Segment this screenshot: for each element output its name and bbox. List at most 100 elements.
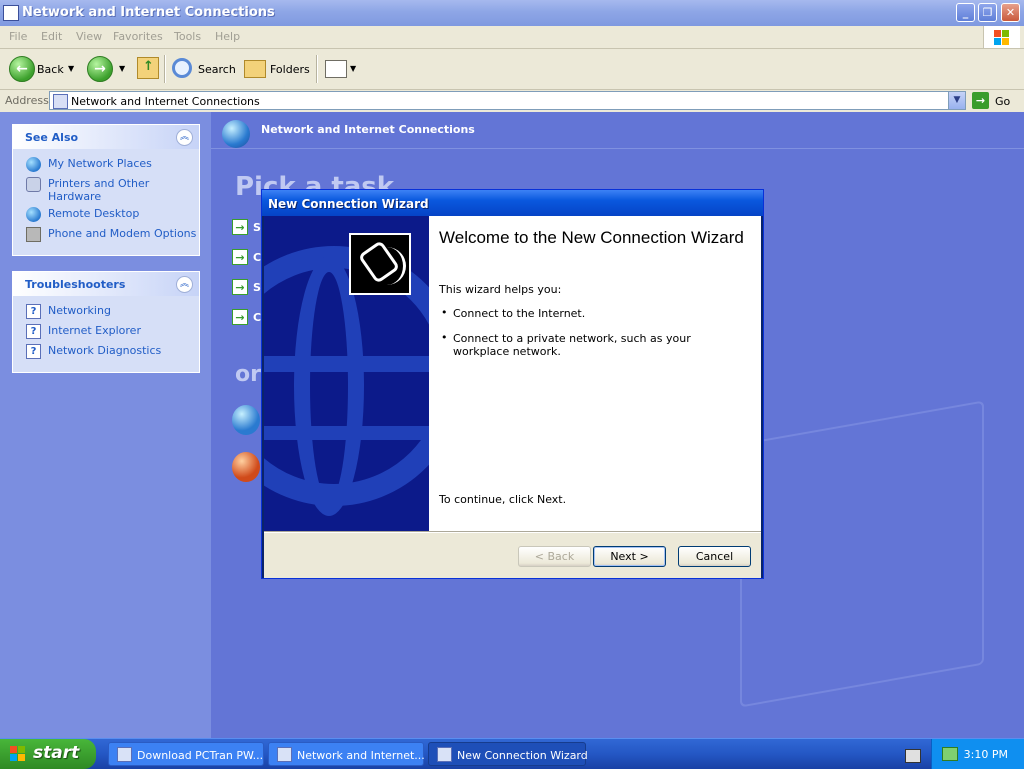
sidebar-item-label[interactable]: My Network Places	[48, 157, 152, 170]
folders-label[interactable]: Folders	[270, 63, 310, 76]
menu-file[interactable]: File	[9, 30, 27, 43]
task-link[interactable]: S	[253, 281, 261, 294]
back-dropdown-icon[interactable]: ▼	[68, 64, 74, 73]
sidebar-item-label[interactable]: Networking	[48, 304, 111, 317]
wizard-title: New Connection Wizard	[268, 197, 429, 211]
collapse-chevron-icon[interactable]: ︽	[176, 129, 193, 146]
address-value[interactable]: Network and Internet Connections	[71, 95, 260, 108]
window-title: Network and Internet Connections	[22, 5, 275, 20]
collapse-chevron-icon[interactable]: ︽	[176, 276, 193, 293]
menu-view[interactable]: View	[76, 30, 102, 43]
menu-tools[interactable]: Tools	[174, 30, 201, 43]
taskbar-item-label[interactable]: Download PCTran PW...	[137, 749, 263, 762]
menu-edit[interactable]: Edit	[41, 30, 62, 43]
close-button[interactable]: ✕	[1001, 3, 1020, 22]
start-label[interactable]: start	[33, 743, 79, 763]
search-icon[interactable]	[172, 58, 192, 78]
troubleshooters-header[interactable]: Troubleshooters ︽	[13, 272, 199, 296]
next-button[interactable]: Next >	[593, 546, 666, 567]
wizard-title-bar[interactable]: New Connection Wizard	[262, 190, 763, 216]
wizard-icon	[437, 747, 452, 762]
maximize-button[interactable]: ❐	[978, 3, 997, 22]
help-icon: ?	[26, 344, 41, 359]
system-tray: 3:10 PM	[931, 739, 1024, 769]
taskbar-item-label[interactable]: Network and Internet...	[297, 749, 425, 762]
wizard-content: Welcome to the New Connection Wizard Thi…	[429, 216, 761, 531]
wizard-heading: Welcome to the New Connection Wizard	[439, 228, 744, 247]
back-arrow-icon[interactable]: ←	[9, 56, 35, 82]
wizard-bullet: Connect to the Internet.	[453, 307, 586, 320]
forward-dropdown-icon[interactable]: ▼	[119, 64, 125, 73]
sidebar-item-label[interactable]: Network Diagnostics	[48, 344, 161, 357]
taskbar: start Download PCTran PW... Network and …	[0, 738, 1024, 769]
menu-bar: File Edit View Favorites Tools Help	[0, 26, 1024, 49]
sidebar-item-printers-hardware[interactable]: Printers and Other Hardware	[13, 177, 199, 203]
bullet-icon: •	[441, 306, 448, 319]
cancel-button[interactable]: Cancel	[678, 546, 751, 567]
keyboard-icon[interactable]	[905, 749, 921, 763]
clock[interactable]: 3:10 PM	[964, 748, 1008, 761]
taskbar-item-pctran[interactable]: Download PCTran PW...	[108, 742, 264, 766]
network-status-icon[interactable]	[942, 747, 958, 761]
back-label[interactable]: Back	[37, 63, 64, 76]
forward-arrow-icon[interactable]: →	[87, 56, 113, 82]
task-arrow-icon[interactable]: →	[232, 219, 248, 235]
sidebar-item-label[interactable]: Phone and Modem Options	[48, 227, 196, 240]
taskbar-item-label[interactable]: New Connection Wizard	[457, 749, 588, 762]
taskbar-item-network[interactable]: Network and Internet...	[268, 742, 425, 766]
toolbar: ← Back ▼ → ▼ ↑ Search Folders ▼	[0, 49, 1024, 90]
see-also-header[interactable]: See Also ︽	[13, 125, 199, 149]
menu-help[interactable]: Help	[215, 30, 240, 43]
internet-options-icon[interactable]	[232, 405, 260, 435]
wizard-bullet: Connect to a private network, such as yo…	[453, 332, 691, 358]
sidebar-item-network-diagnostics[interactable]: ? Network Diagnostics	[13, 344, 199, 360]
task-link[interactable]: C	[253, 251, 261, 264]
sidebar-item-label[interactable]: Remote Desktop	[48, 207, 139, 220]
task-pane: See Also ︽ My Network Places Printers an…	[0, 112, 211, 738]
folder-network-icon	[3, 5, 19, 21]
troubleshooters-panel: Troubleshooters ︽ ? Networking ? Interne…	[12, 271, 200, 373]
taskbar-item-wizard[interactable]: New Connection Wizard	[428, 742, 588, 766]
network-places-icon	[26, 157, 41, 172]
task-arrow-icon[interactable]: →	[232, 249, 248, 265]
wizard-separator	[264, 531, 761, 533]
minimize-button[interactable]: _	[956, 3, 975, 22]
task-link[interactable]: S	[253, 221, 261, 234]
windows-flag-icon	[10, 746, 26, 762]
go-button[interactable]: Go	[995, 95, 1010, 108]
folders-icon[interactable]	[244, 60, 266, 78]
toolbar-separator	[316, 55, 318, 83]
category-header: Network and Internet Connections	[261, 123, 475, 136]
up-folder-icon[interactable]: ↑	[137, 57, 159, 79]
address-input[interactable]: Network and Internet Connections ▼	[49, 91, 966, 110]
network-connections-icon[interactable]	[232, 452, 260, 482]
sidebar-item-internet-explorer[interactable]: ? Internet Explorer	[13, 324, 199, 340]
help-icon: ?	[26, 324, 41, 339]
search-label[interactable]: Search	[198, 63, 236, 76]
views-icon[interactable]	[325, 60, 347, 78]
start-button[interactable]: start	[0, 739, 96, 769]
menu-favorites[interactable]: Favorites	[113, 30, 163, 43]
folder-icon	[277, 747, 292, 762]
troubleshooters-title: Troubleshooters	[25, 278, 126, 291]
task-link[interactable]: C	[253, 311, 261, 324]
sidebar-item-my-network-places[interactable]: My Network Places	[13, 157, 199, 173]
wizard-banner	[264, 216, 429, 531]
or-heading: or	[235, 362, 261, 387]
task-arrow-icon[interactable]: →	[232, 279, 248, 295]
sidebar-item-label[interactable]: Internet Explorer	[48, 324, 141, 337]
go-arrow-icon[interactable]: →	[972, 92, 989, 109]
task-arrow-icon[interactable]: →	[232, 309, 248, 325]
sidebar-item-label[interactable]: Printers and Other Hardware	[48, 177, 149, 203]
views-dropdown-icon[interactable]: ▼	[350, 64, 356, 73]
title-bar[interactable]: Network and Internet Connections _ ❐ ✕	[0, 0, 1024, 26]
address-dropdown-icon[interactable]: ▼	[948, 92, 965, 109]
new-connection-wizard-dialog: New Connection Wizard Welcome to the New…	[261, 189, 764, 579]
sidebar-item-networking[interactable]: ? Networking	[13, 304, 199, 320]
see-also-title: See Also	[25, 131, 79, 144]
sidebar-item-remote-desktop[interactable]: Remote Desktop	[13, 207, 199, 223]
sidebar-item-phone-modem[interactable]: Phone and Modem Options	[13, 227, 199, 243]
wizard-continue-text: To continue, click Next.	[439, 493, 567, 506]
back-button[interactable]: < Back	[518, 546, 591, 567]
address-label: Address	[5, 94, 49, 107]
